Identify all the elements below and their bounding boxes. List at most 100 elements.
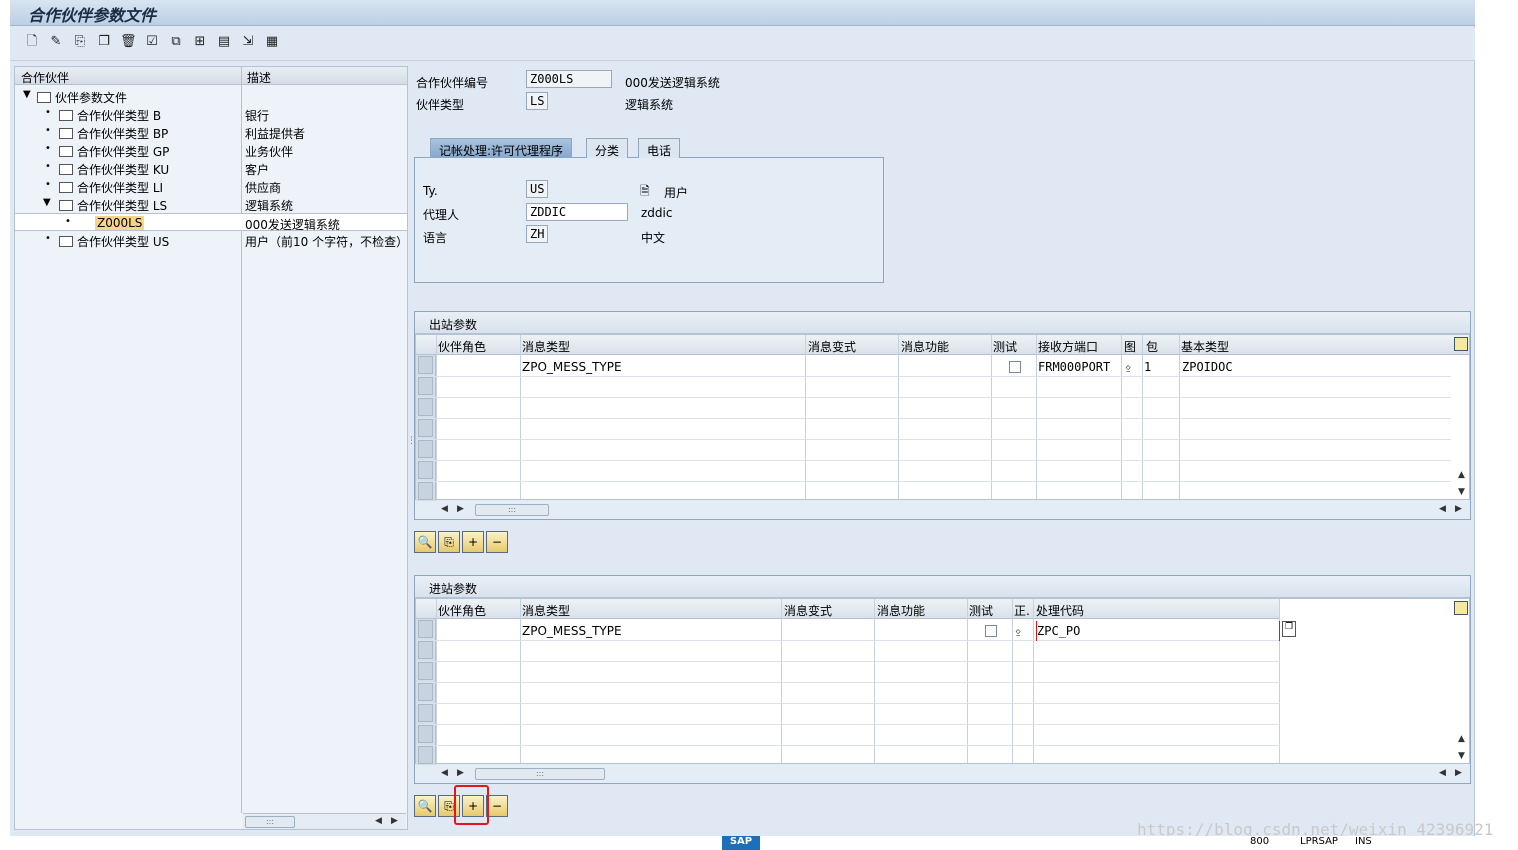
outbound-panel: 出站参数 伙伴角色 消息类型 消息变式 消息功能 测试 接收方端口 图 包 基本… bbox=[414, 311, 1471, 520]
scroll-down-icon[interactable]: ▼ bbox=[1458, 487, 1465, 497]
tree-item-us[interactable]: • 合作伙伴类型 US 用户（前10 个字符，不检查） bbox=[15, 231, 408, 249]
out-pack[interactable]: 1 bbox=[1144, 360, 1151, 374]
status-bar: SAP 800 LPRSAP INS bbox=[0, 836, 1518, 850]
tab-classification[interactable]: 分类 bbox=[586, 138, 629, 158]
tree-header: 合作伙伴 描述 bbox=[15, 67, 407, 85]
scroll-thumb[interactable]: ::: bbox=[475, 768, 605, 780]
partner-no-label: 合作伙伴编号 bbox=[416, 76, 489, 90]
tree-item-b[interactable]: • 合作伙伴类型 B 银行 bbox=[15, 105, 407, 123]
partner-no-field[interactable]: Z000LS bbox=[526, 70, 612, 88]
tree-item-li[interactable]: • 合作伙伴类型 LI 供应商 bbox=[15, 177, 407, 195]
agent-desc: zddic bbox=[641, 206, 673, 220]
value-help-icon[interactable]: ❐ bbox=[1282, 621, 1296, 637]
export-icon[interactable]: ▦ bbox=[264, 34, 280, 50]
import-icon[interactable]: ⇲ bbox=[240, 34, 256, 50]
scroll-up-icon[interactable]: ▲ bbox=[1458, 734, 1465, 744]
scroll-thumb[interactable]: ::: bbox=[245, 816, 295, 828]
in-proc-code[interactable]: ZPC_PO bbox=[1036, 621, 1280, 641]
scroll-left-icon[interactable]: ◀ bbox=[441, 768, 448, 778]
sap-window: 合作伙伴参数文件 🗋 ✎ ⎘ ❐ 🗑 ☑ ⧉ ⊞ ▤ ⇲ ▦ 合作伙伴 描述 ▼… bbox=[10, 0, 1475, 836]
tree-col-partner: 合作伙伴 bbox=[21, 71, 70, 85]
details-button[interactable]: 🔍 bbox=[414, 795, 436, 817]
lang-desc: 中文 bbox=[641, 231, 666, 245]
collapse-icon[interactable]: ▼ bbox=[43, 197, 51, 208]
partner-tree: 合作伙伴 描述 ▼ 伙伴参数文件 • 合作伙伴类型 B 银行 • 合作伙伴类型 … bbox=[14, 66, 408, 830]
title-bar: 合作伙伴参数文件 bbox=[10, 0, 1475, 26]
outbound-grid-header: 伙伴角色 消息类型 消息变式 消息功能 测试 接收方端口 图 包 基本类型 bbox=[416, 335, 1469, 355]
other-icon[interactable]: ⧉ bbox=[168, 34, 184, 50]
inbound-grid-header: 伙伴角色 消息类型 消息变式 消息功能 测试 正. 处理代码 bbox=[416, 599, 1280, 619]
partner-type-label: 伙伴类型 bbox=[416, 98, 465, 112]
folder-icon bbox=[59, 182, 73, 193]
tree-item-z000ls[interactable]: • Z000LS 000发送逻辑系统 bbox=[15, 213, 407, 232]
folder-icon bbox=[59, 146, 73, 157]
partner-type-field[interactable]: LS bbox=[526, 92, 548, 110]
check-icon[interactable]: ☑ bbox=[144, 34, 160, 50]
tree-item-ku[interactable]: • 合作伙伴类型 KU 客户 bbox=[15, 159, 407, 177]
scroll-left-icon[interactable]: ◀ bbox=[1439, 504, 1446, 514]
tree-col-desc: 描述 bbox=[247, 71, 272, 85]
scroll-left-icon[interactable]: ◀ bbox=[1439, 768, 1446, 778]
status-client[interactable]: 800 bbox=[1250, 836, 1269, 847]
pipe-icon: ⍚ bbox=[1015, 623, 1023, 637]
scroll-right-icon[interactable]: ▶ bbox=[1455, 768, 1462, 778]
tree-item-ls[interactable]: ▼ 合作伙伴类型 LS 逻辑系统 bbox=[15, 195, 407, 213]
delete-icon[interactable]: 🗑 bbox=[120, 34, 137, 50]
tab-body: Ty. US 🗎 用户 代理人 ZDDIC zddic 语言 ZH 中文 bbox=[414, 157, 884, 283]
agent-field[interactable]: ZDDIC bbox=[526, 203, 628, 221]
edit-icon[interactable]: ✎ bbox=[48, 34, 64, 50]
out-test-checkbox[interactable] bbox=[1009, 361, 1021, 373]
scroll-thumb[interactable]: ::: bbox=[475, 504, 549, 516]
ty-field[interactable]: US bbox=[526, 180, 548, 198]
sap-logo-icon: SAP bbox=[722, 836, 760, 850]
in-msg-type[interactable]: ZPO_MESS_TYPE bbox=[522, 624, 622, 638]
in-test-checkbox[interactable] bbox=[985, 625, 997, 637]
lang-field[interactable]: ZH bbox=[526, 225, 548, 243]
window-title: 合作伙伴参数文件 bbox=[28, 6, 157, 25]
lang-label: 语言 bbox=[423, 231, 448, 245]
folder-open-icon bbox=[59, 200, 73, 211]
tree-item-bp[interactable]: • 合作伙伴类型 BP 利益提供者 bbox=[15, 123, 407, 141]
scroll-up-icon[interactable]: ▲ bbox=[1458, 470, 1465, 480]
tree-hscroll[interactable]: ::: ◀ ▶ bbox=[243, 813, 406, 829]
outbound-hscroll[interactable]: ◀ ▶ ::: ◀ ▶ bbox=[435, 502, 1470, 518]
scroll-left-icon[interactable]: ◀ bbox=[441, 504, 448, 514]
partner-type-desc: 逻辑系统 bbox=[625, 98, 674, 112]
hierarchy-icon[interactable]: ⊞ bbox=[192, 34, 208, 50]
delete-row-button[interactable]: − bbox=[486, 795, 508, 817]
status-mode[interactable]: INS bbox=[1355, 836, 1372, 847]
tree-item-gp[interactable]: • 合作伙伴类型 GP 业务伙伴 bbox=[15, 141, 407, 159]
scroll-down-icon[interactable]: ▼ bbox=[1458, 751, 1465, 761]
copy2-icon[interactable]: ❐ bbox=[96, 34, 112, 50]
folder-icon bbox=[59, 128, 73, 139]
print-icon[interactable]: ▤ bbox=[216, 34, 232, 50]
collapse-icon[interactable]: ▼ bbox=[23, 89, 31, 100]
tree-root[interactable]: ▼ 伙伴参数文件 bbox=[15, 87, 407, 105]
scroll-right-icon[interactable]: ▶ bbox=[457, 504, 464, 514]
column-layout-icon[interactable] bbox=[1454, 601, 1468, 615]
details-button[interactable]: 🔍 bbox=[414, 531, 436, 553]
inbound-grid: 伙伴角色 消息类型 消息变式 消息功能 测试 正. 处理代码 ZPO_MESS_… bbox=[415, 598, 1470, 765]
scroll-right-icon[interactable]: ▶ bbox=[1455, 504, 1462, 514]
folder-icon bbox=[59, 164, 73, 175]
new-icon[interactable]: 🗋 bbox=[24, 34, 40, 50]
out-msg-type[interactable]: ZPO_MESS_TYPE bbox=[522, 360, 622, 374]
scroll-right-icon[interactable]: ▶ bbox=[391, 816, 398, 826]
inbound-hscroll[interactable]: ◀ ▶ ::: ◀ ▶ bbox=[435, 766, 1470, 782]
tab-phone[interactable]: 电话 bbox=[638, 138, 681, 158]
folder-open-icon bbox=[37, 92, 51, 103]
copy-row-button[interactable]: ⎘ bbox=[438, 531, 460, 553]
column-layout-icon[interactable] bbox=[1454, 337, 1468, 351]
out-basic-type[interactable]: ZPOIDOC bbox=[1182, 360, 1233, 374]
out-port[interactable]: FRM000PORT bbox=[1038, 360, 1110, 374]
delete-row-button[interactable]: − bbox=[486, 531, 508, 553]
tab-posting[interactable]: 记帐处理:许可代理程序 bbox=[430, 138, 573, 158]
insert-row-button[interactable]: + bbox=[462, 531, 484, 553]
folder-icon bbox=[59, 236, 73, 247]
user-icon: 🗎 bbox=[640, 184, 650, 198]
inbound-panel: 进站参数 伙伴角色 消息类型 消息变式 消息功能 测试 正. 处理代码 ZPO_… bbox=[414, 575, 1471, 784]
copy-icon[interactable]: ⎘ bbox=[72, 34, 88, 50]
status-server: LPRSAP bbox=[1300, 836, 1338, 847]
scroll-right-icon[interactable]: ▶ bbox=[457, 768, 464, 778]
scroll-left-icon[interactable]: ◀ bbox=[375, 816, 382, 826]
